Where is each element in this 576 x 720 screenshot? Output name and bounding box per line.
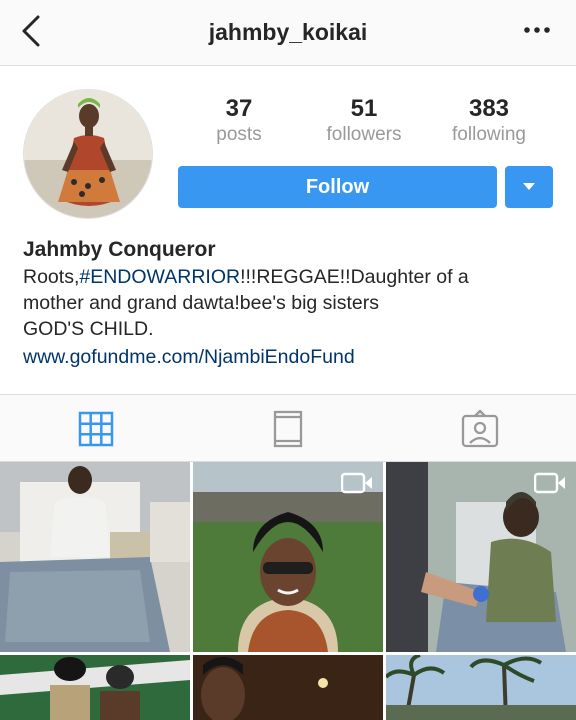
feed-icon[interactable]	[268, 409, 308, 449]
bio-line-1: Roots,#ENDOWARRIOR!!!REGGAE!!Daughter of…	[23, 266, 469, 289]
following-label: following	[452, 124, 526, 146]
bio-text: !!!REGGAE!!Daughter of a	[240, 266, 469, 288]
bio-line-2: mother and grand dawta!bee's big sisters	[23, 292, 380, 314]
avatar[interactable]	[23, 89, 153, 219]
more-horizontal-icon[interactable]	[522, 20, 552, 40]
post-thumbnail[interactable]	[0, 462, 190, 652]
suggestions-dropdown-button[interactable]	[505, 166, 553, 208]
post-thumbnail[interactable]	[0, 655, 190, 720]
posts-stat[interactable]: 37 posts	[184, 95, 294, 146]
post-thumbnail[interactable]	[193, 655, 383, 720]
post-thumbnail[interactable]	[386, 655, 576, 720]
video-icon	[534, 472, 565, 494]
post-thumbnail[interactable]	[193, 462, 383, 652]
bio-text: Roots,	[23, 266, 80, 288]
website-link[interactable]: www.gofundme.com/NjambiEndoFund	[23, 346, 355, 369]
following-stat[interactable]: 383 following	[434, 95, 544, 146]
tagged-icon[interactable]	[460, 409, 500, 449]
follow-button[interactable]: Follow	[178, 166, 497, 208]
profile-username: jahmby_koikai	[208, 19, 368, 45]
profile-header: 37 posts 51 followers 383 following Foll…	[0, 66, 576, 394]
bio-line-3: GOD'S CHILD.	[23, 318, 154, 340]
post-thumbnail[interactable]	[386, 462, 576, 652]
caret-down-icon	[523, 183, 535, 190]
display-name: Jahmby Conqueror	[23, 238, 216, 261]
grid-icon[interactable]	[76, 409, 116, 449]
view-tabs	[0, 394, 576, 462]
posts-count: 37	[225, 95, 253, 122]
top-bar: jahmby_koikai	[0, 0, 576, 66]
followers-label: followers	[326, 124, 402, 146]
video-icon	[341, 472, 372, 494]
posts-label: posts	[216, 124, 262, 146]
post-grid	[0, 462, 576, 720]
following-count: 383	[468, 95, 510, 122]
followers-count: 51	[350, 95, 378, 122]
hashtag-link[interactable]: #ENDOWARRIOR	[79, 266, 240, 288]
followers-stat[interactable]: 51 followers	[309, 95, 419, 146]
